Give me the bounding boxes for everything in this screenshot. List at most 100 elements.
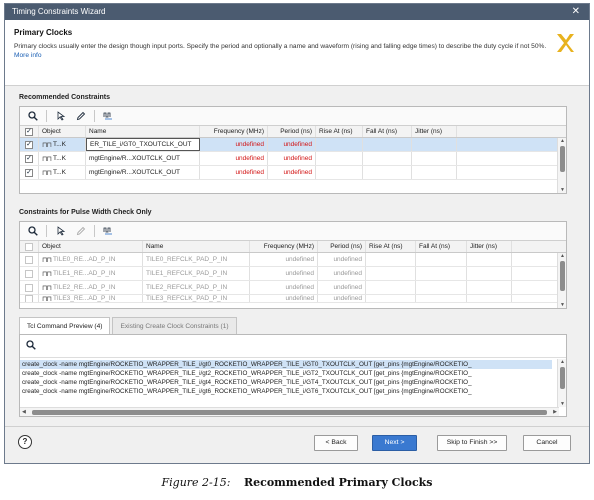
table-row[interactable]: ⊓⊓ TILE0_RE...AD_P_IN TILE0_REFCLK_PAD_P_… xyxy=(20,253,566,267)
column-header-name[interactable]: Name xyxy=(86,126,200,137)
row-checkbox[interactable]: ✓ xyxy=(25,168,33,177)
column-header-frequency[interactable]: Frequency (MHz) xyxy=(250,241,318,252)
table-row[interactable]: ✓ ⊓⊓ T...K mgtEngine/R...XOUTCLK_OUT unde… xyxy=(20,166,566,180)
clock-waveform-icon: ⊓⊓ xyxy=(42,169,52,177)
recommended-section-title: Recommended Constraints xyxy=(19,94,111,101)
cancel-button[interactable]: Cancel xyxy=(523,435,571,451)
tcl-horizontal-scrollbar[interactable]: ◀ ▶ xyxy=(20,407,559,416)
select-all-checkbox[interactable] xyxy=(25,242,33,251)
name-cell: TILE1_REFCLK_PAD_P_IN xyxy=(143,267,250,280)
select-pointer-icon[interactable] xyxy=(52,109,69,124)
tcl-command-line[interactable]: create_clock -name mgtEngine/ROCKETIO_WR… xyxy=(20,360,552,369)
column-header-object[interactable]: Object xyxy=(39,241,143,252)
scroll-left-icon[interactable]: ◀ xyxy=(22,409,26,415)
pulse-width-panel: Object Name Frequency (MHz) Period (ns) … xyxy=(19,221,567,309)
skip-to-finish-button[interactable]: Skip to Finish >> xyxy=(437,435,507,451)
pulse-width-vertical-scrollbar[interactable]: ▲ ▼ xyxy=(557,253,566,308)
column-header-name[interactable]: Name xyxy=(143,241,250,252)
tcl-command-line[interactable]: create_clock -name mgtEngine/ROCKETIO_WR… xyxy=(20,387,552,396)
scroll-up-icon[interactable]: ▲ xyxy=(558,359,567,365)
back-button[interactable]: < Back xyxy=(314,435,358,451)
table-row[interactable]: ⊓⊓ TILE3_RE...AD_P_IN TILE3_REFCLK_PAD_P_… xyxy=(20,295,566,303)
period-cell[interactable]: undefined xyxy=(268,152,316,165)
table-row[interactable]: ✓ ⊓⊓ T...K mgtEngine/R...XOUTCLK_OUT unde… xyxy=(20,152,566,166)
tab-existing-create-clock-constraints[interactable]: Existing Create Clock Constraints (1) xyxy=(112,317,237,334)
object-text: TILE1_RE...AD_P_IN xyxy=(52,270,116,277)
column-header-jitter[interactable]: Jitter (ns) xyxy=(467,241,512,252)
tcl-command-line[interactable]: create_clock -name mgtEngine/ROCKETIO_WR… xyxy=(20,378,552,387)
scrollbar-thumb[interactable] xyxy=(560,146,565,172)
fall-cell[interactable] xyxy=(363,152,412,165)
next-button[interactable]: Next > xyxy=(372,435,417,451)
tcl-command-line[interactable]: create_clock -name mgtEngine/ROCKETIO_WR… xyxy=(20,369,552,378)
tcl-vertical-scrollbar[interactable]: ▲ ▼ xyxy=(557,359,566,407)
scroll-down-icon[interactable]: ▼ xyxy=(558,302,567,308)
row-checkbox[interactable] xyxy=(25,255,33,264)
table-row[interactable]: ⊓⊓ TILE2_RE...AD_P_IN TILE2_REFCLK_PAD_P_… xyxy=(20,281,566,295)
row-checkbox[interactable] xyxy=(25,295,33,302)
scrollbar-thumb[interactable] xyxy=(560,261,565,291)
tab-tcl-command-preview[interactable]: Tcl Command Preview (4) xyxy=(19,317,111,334)
name-cell[interactable]: ER_TILE_i/GT0_TXOUTCLK_OUT xyxy=(86,138,200,151)
column-header-period[interactable]: Period (ns) xyxy=(318,241,366,252)
rise-cell[interactable] xyxy=(316,166,363,179)
name-cell[interactable]: mgtEngine/R...XOUTCLK_OUT xyxy=(86,166,200,179)
table-row[interactable]: ⊓⊓ TILE1_RE...AD_P_IN TILE1_REFCLK_PAD_P_… xyxy=(20,267,566,281)
column-header-jitter[interactable]: Jitter (ns) xyxy=(412,126,457,137)
scroll-down-icon[interactable]: ▼ xyxy=(558,401,567,407)
edit-pencil-icon[interactable] xyxy=(72,109,89,124)
more-info-link[interactable]: More info xyxy=(14,52,42,59)
toolbar-separator xyxy=(94,225,95,237)
frequency-cell[interactable]: undefined xyxy=(200,152,268,165)
column-header-fall-at[interactable]: Fall At (ns) xyxy=(416,241,467,252)
select-pointer-icon[interactable] xyxy=(52,224,69,239)
row-checkbox[interactable]: ✓ xyxy=(25,154,33,163)
table-row[interactable]: ✓ ⊓⊓ T...K ER_TILE_i/GT0_TXOUTCLK_OUT und… xyxy=(20,138,566,152)
scroll-down-icon[interactable]: ▼ xyxy=(558,187,567,193)
fall-cell[interactable] xyxy=(363,138,412,151)
jitter-cell[interactable] xyxy=(412,138,457,151)
row-checkbox[interactable]: ✓ xyxy=(25,140,33,149)
rise-cell[interactable] xyxy=(316,152,363,165)
column-header-object[interactable]: Object xyxy=(39,126,86,137)
search-icon[interactable] xyxy=(26,340,36,352)
column-header-period[interactable]: Period (ns) xyxy=(268,126,316,137)
help-icon[interactable]: ? xyxy=(18,435,32,449)
recommended-table: ✓ Object Name Frequency (MHz) Period (ns… xyxy=(20,126,566,193)
period-cell: undefined xyxy=(318,295,366,302)
row-check-cell xyxy=(20,281,39,294)
scrollbar-thumb[interactable] xyxy=(32,410,547,415)
frequency-cell[interactable]: undefined xyxy=(200,166,268,179)
select-all-checkbox[interactable]: ✓ xyxy=(25,127,33,136)
search-icon[interactable] xyxy=(24,224,41,239)
recommended-vertical-scrollbar[interactable]: ▲ ▼ xyxy=(557,138,566,193)
name-cell[interactable]: mgtEngine/R...XOUTCLK_OUT xyxy=(86,152,200,165)
close-icon[interactable]: ✕ xyxy=(572,4,580,20)
recommended-panel: ✓ Object Name Frequency (MHz) Period (ns… xyxy=(19,106,567,194)
row-check-cell: ✓ xyxy=(20,138,39,151)
scroll-up-icon[interactable]: ▲ xyxy=(558,138,567,144)
column-header-rise-at[interactable]: Rise At (ns) xyxy=(316,126,363,137)
scroll-right-icon[interactable]: ▶ xyxy=(553,409,557,415)
waveform-edit-icon[interactable] xyxy=(100,224,117,239)
jitter-cell[interactable] xyxy=(412,152,457,165)
object-text: TILE3_RE...AD_P_IN xyxy=(52,295,116,302)
period-cell[interactable]: undefined xyxy=(268,138,316,151)
scroll-up-icon[interactable]: ▲ xyxy=(558,253,567,259)
fall-cell[interactable] xyxy=(363,166,412,179)
table-header-row: ✓ Object Name Frequency (MHz) Period (ns… xyxy=(20,126,566,138)
row-checkbox[interactable] xyxy=(25,269,33,278)
scrollbar-thumb[interactable] xyxy=(560,367,565,389)
jitter-cell[interactable] xyxy=(412,166,457,179)
column-header-frequency[interactable]: Frequency (MHz) xyxy=(200,126,268,137)
jitter-cell xyxy=(467,267,512,280)
jitter-cell xyxy=(467,295,512,302)
search-icon[interactable] xyxy=(24,109,41,124)
frequency-cell[interactable]: undefined xyxy=(200,138,268,151)
rise-cell[interactable] xyxy=(316,138,363,151)
column-header-rise-at[interactable]: Rise At (ns) xyxy=(366,241,416,252)
period-cell[interactable]: undefined xyxy=(268,166,316,179)
row-checkbox[interactable] xyxy=(25,283,33,292)
column-header-fall-at[interactable]: Fall At (ns) xyxy=(363,126,412,137)
waveform-edit-icon[interactable] xyxy=(100,109,117,124)
